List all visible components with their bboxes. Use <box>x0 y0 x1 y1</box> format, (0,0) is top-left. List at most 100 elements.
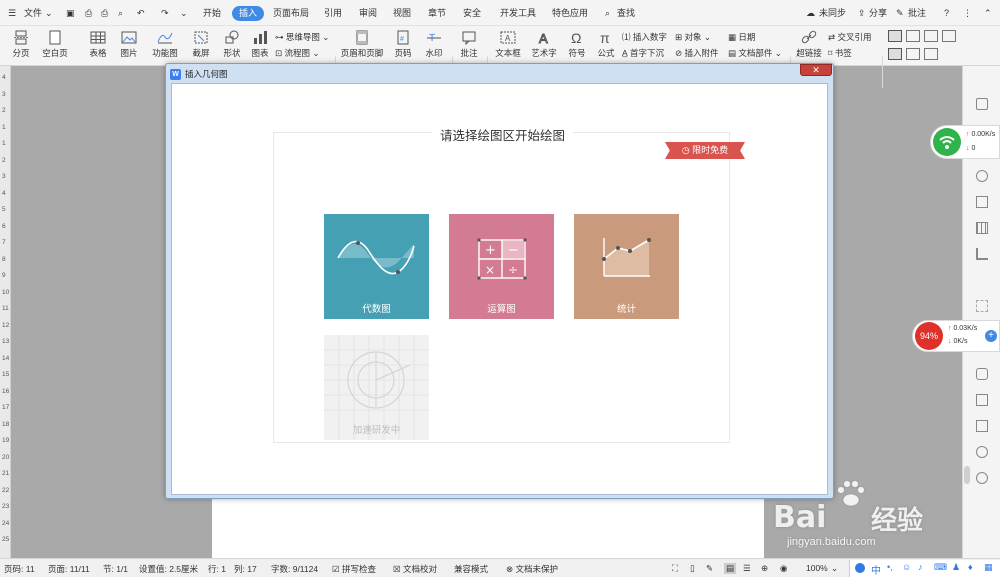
edit-mode-icon[interactable]: ✎ <box>706 563 713 574</box>
shape-button[interactable]: 形状 <box>218 30 246 59</box>
doc-proof-button[interactable]: ☒ 文档校对 <box>393 563 437 575</box>
page-view-icon[interactable]: ▤ <box>724 563 737 574</box>
undo-icon[interactable]: ↶ <box>137 6 145 21</box>
picture-button[interactable]: 图片 <box>115 30 143 59</box>
ime-lang[interactable]: 中 <box>871 562 881 577</box>
spell-check-button[interactable]: ☑ 拼写检查 <box>332 563 376 575</box>
tab-home[interactable]: 开始 <box>203 6 221 21</box>
tab-page-layout[interactable]: 页面布局 <box>273 6 309 21</box>
function-chart-button[interactable]: 功能图 <box>148 30 182 59</box>
quick-access-more-icon[interactable]: ⌄ <box>180 6 188 21</box>
sidebar-chart-icon[interactable] <box>976 248 988 260</box>
share-icon[interactable]: ⇪ <box>858 6 866 21</box>
sidebar-archive-icon[interactable] <box>976 394 988 406</box>
comment-icon[interactable]: ✎ <box>896 6 904 21</box>
sidebar-tools-icon[interactable] <box>976 368 988 380</box>
read-mode-icon[interactable]: ▯ <box>690 563 695 574</box>
print-preview-icon[interactable]: ⌕ <box>118 6 123 21</box>
tile-algebra-graph[interactable]: 代数图 <box>324 214 429 319</box>
sidebar-doc-icon[interactable] <box>976 98 988 110</box>
sidebar-table-icon[interactable] <box>976 222 988 234</box>
hyperlink-button[interactable]: 超链接 <box>794 30 824 59</box>
chart-button[interactable]: 图表 <box>248 30 272 59</box>
screenshot-button[interactable]: 截屏 <box>186 30 216 59</box>
layout-option-5-icon[interactable] <box>888 48 902 60</box>
file-menu[interactable]: 文件 <box>24 6 42 21</box>
sidebar-picture-icon[interactable] <box>976 420 988 432</box>
tab-special-apps[interactable]: 特色应用 <box>552 6 588 21</box>
text-box-button[interactable]: A 文本框 <box>490 30 526 59</box>
page-break-button[interactable]: 分页 <box>6 30 36 59</box>
symbol-button[interactable]: Ω 符号 <box>563 30 591 59</box>
status-word-count[interactable]: 字数: 9/1124 <box>271 563 318 575</box>
export-pdf-icon[interactable]: ⎙ <box>85 6 92 21</box>
sidebar-style-icon[interactable] <box>976 196 988 208</box>
status-row[interactable]: 行: 1 <box>208 563 226 575</box>
sidebar-blank-icon[interactable] <box>976 300 988 312</box>
vertical-scrollbar[interactable] <box>964 466 970 484</box>
status-page[interactable]: 页面: 11/11 <box>48 563 90 575</box>
status-col[interactable]: 列: 17 <box>234 563 257 575</box>
tab-insert[interactable]: 插入 <box>232 6 265 21</box>
tab-view[interactable]: 视图 <box>393 6 411 21</box>
ime-menu-icon[interactable]: ▦ <box>984 562 993 573</box>
ime-logo-icon[interactable] <box>855 563 865 573</box>
ime-user-icon[interactable]: ♟ <box>952 562 960 573</box>
ime-punct-icon[interactable]: •, <box>887 562 893 572</box>
watermark-button[interactable]: T 水印 <box>420 30 448 59</box>
insert-number-button[interactable]: ⑴ 插入数字 <box>622 32 667 43</box>
zoom-level[interactable]: 100% <box>806 563 828 573</box>
table-button[interactable]: 表格 <box>84 30 112 59</box>
search-button[interactable]: 查找 <box>617 6 635 21</box>
sidebar-shape-icon[interactable] <box>976 170 988 182</box>
save-icon[interactable]: ▣ <box>66 6 75 21</box>
close-button[interactable]: ✕ <box>800 64 832 76</box>
status-page-code[interactable]: 页码: 11 <box>4 563 35 575</box>
plus-icon[interactable]: + <box>985 330 997 342</box>
page-number-button[interactable]: # 页码 <box>389 30 417 59</box>
ime-mic-icon[interactable]: ♪ <box>918 562 923 572</box>
collapse-ribbon-icon[interactable]: ⌃ <box>984 6 992 21</box>
bookmark-button[interactable]: ⌑ 书签 <box>828 48 852 59</box>
network-speed-widget[interactable]: ↑ 0.00K/s ↓ 0 <box>930 125 1000 159</box>
object-button[interactable]: ⊞ 对象 ⌄ <box>675 32 711 43</box>
flowchart-button[interactable]: ⊡ 流程图 ⌄ <box>275 48 319 59</box>
web-view-icon[interactable]: ⊕ <box>761 563 768 574</box>
layout-option-1-icon[interactable] <box>888 30 902 42</box>
layout-option-7-icon[interactable] <box>924 48 938 60</box>
share-button[interactable]: 分享 <box>869 6 887 21</box>
tab-review[interactable]: 审阅 <box>359 6 377 21</box>
cloud-sync-icon[interactable]: ☁ <box>806 6 815 21</box>
ime-shirt-icon[interactable]: ♦ <box>968 562 973 572</box>
sync-status[interactable]: 未同步 <box>819 6 846 21</box>
date-button[interactable]: ▦ 日期 <box>728 32 755 43</box>
outline-view-icon[interactable]: ☰ <box>743 563 751 574</box>
eye-protect-icon[interactable]: ◉ <box>780 563 787 574</box>
fit-page-icon[interactable]: ⛶ <box>672 563 678 574</box>
doc-parts-button[interactable]: ▤ 文档部件 ⌄ <box>728 48 782 59</box>
tab-chapter[interactable]: 章节 <box>428 6 446 21</box>
sidebar-clock-icon[interactable] <box>976 472 988 484</box>
layout-option-6-icon[interactable] <box>906 48 920 60</box>
memory-speed-widget[interactable]: 94% ↑ 0.03K/s ↓ 0K/s + <box>912 320 1000 352</box>
print-icon[interactable]: ⎙ <box>101 6 108 21</box>
tile-operation-graph[interactable]: + − × ÷ 运算图 <box>449 214 554 319</box>
comment-button[interactable]: 批注 <box>908 6 926 21</box>
sidebar-share-icon[interactable] <box>976 446 988 458</box>
help-icon[interactable]: ? <box>944 6 949 21</box>
redo-icon[interactable]: ↷ <box>161 6 169 21</box>
hamburger-icon[interactable]: ☰ <box>8 6 16 21</box>
chevron-down-icon[interactable]: ⌄ <box>45 6 53 21</box>
document-page[interactable] <box>212 498 764 560</box>
layout-option-3-icon[interactable] <box>924 30 938 42</box>
ime-keyboard-icon[interactable]: ⌨ <box>934 562 947 573</box>
comment-insert-button[interactable]: 批注 <box>456 30 482 59</box>
tab-developer[interactable]: 开发工具 <box>500 6 536 21</box>
tab-security[interactable]: 安全 <box>463 6 481 21</box>
insert-attachment-button[interactable]: ⊘ 插入附件 <box>675 48 719 59</box>
header-footer-button[interactable]: 页眉和页脚 <box>340 30 384 59</box>
status-section[interactable]: 节: 1/1 <box>103 563 128 575</box>
ime-emoji-icon[interactable]: ☺ <box>902 562 911 572</box>
doc-protect-button[interactable]: ⊗ 文档未保护 <box>506 563 558 575</box>
tab-reference[interactable]: 引用 <box>324 6 342 21</box>
